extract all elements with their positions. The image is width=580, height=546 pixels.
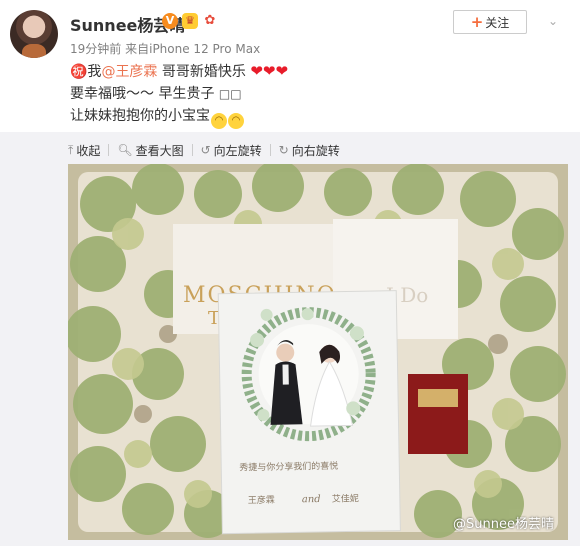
post-timestamp[interactable]: 19分钟前: [70, 42, 121, 56]
view-large-label: 查看大图: [135, 143, 184, 158]
user-avatar[interactable]: [10, 10, 58, 58]
photo-watermark: @Sunnee杨芸晴: [453, 517, 554, 532]
blessing-icon: □□: [218, 87, 242, 101]
user-badges: V ♛ ✿: [162, 13, 218, 29]
post-meta: 19分钟前 来自iPhone 12 Pro Max: [70, 40, 260, 57]
wedding-gift-illustration: MOSCHINO TO I Do: [68, 164, 568, 540]
card-name-mid: and: [302, 494, 321, 505]
collapse-icon: ⤒: [68, 142, 74, 157]
crown-icon[interactable]: ♛: [182, 13, 198, 29]
divider: [191, 144, 193, 156]
content-suffix: 哥哥新婚快乐: [157, 64, 246, 80]
content-line-3-text: 让妹妹抱抱你的小宝宝: [70, 108, 210, 124]
content-line-3: 让妹妹抱抱你的小宝宝 ◠ ◠: [70, 105, 550, 129]
follow-button[interactable]: + 关注: [453, 10, 527, 34]
media-toolbar: ⤒ 收起 🔍︎ 查看大图 ↺ 向左旋转 ↻ 向右旋转: [68, 140, 346, 160]
rotate-left-label: 向左旋转: [213, 143, 262, 158]
collapse-label: 收起: [76, 143, 101, 158]
card-name-left: 王彦霖: [248, 494, 275, 506]
media-area: ⤒ 收起 🔍︎ 查看大图 ↺ 向左旋转 ↻ 向右旋转 I Do 秀捷与你分享我们…: [0, 132, 580, 546]
chevron-down-icon[interactable]: ⌄: [545, 14, 561, 30]
gift-icon[interactable]: ✿: [202, 13, 218, 29]
grin-icon: ◠: [228, 113, 244, 129]
content-line-2-text: 要幸福哦～～ 早生贵子: [70, 86, 215, 102]
post-source: 来自iPhone 12 Pro Max: [125, 42, 261, 56]
rotate-left-button[interactable]: ↺ 向左旋转: [201, 142, 262, 159]
content-prefix: ㊗️我: [70, 64, 102, 80]
rotate-right-button[interactable]: ↻ 向右旋转: [279, 142, 340, 159]
heart-icon: ❤❤❤: [250, 62, 289, 80]
verified-icon[interactable]: V: [162, 13, 178, 29]
divider: [108, 144, 110, 156]
view-large-button[interactable]: 🔍︎ 查看大图: [117, 142, 183, 159]
grin-icon: ◠: [211, 113, 227, 129]
post-content: ㊗️我@王彦霖 哥哥新婚快乐 ❤❤❤ 要幸福哦～～ 早生贵子 □□ 让妹妹抱抱你…: [70, 60, 550, 129]
rotate-right-icon: ↻: [278, 143, 289, 157]
rotate-right-label: 向右旋转: [291, 143, 340, 158]
content-line-2: 要幸福哦～～ 早生贵子 □□: [70, 83, 550, 105]
collapse-button[interactable]: ⤒ 收起: [68, 142, 100, 159]
plus-icon: +: [470, 13, 484, 31]
divider: [269, 144, 271, 156]
weibo-post-header: Sunnee杨芸晴 V ♛ ✿ 19分钟前 来自iPhone 12 Pro Ma…: [0, 0, 580, 132]
mention-link[interactable]: @王彦霖: [101, 64, 157, 80]
follow-label: 关注: [485, 16, 510, 30]
search-icon: 🔍︎: [117, 143, 133, 157]
post-photo[interactable]: MOSCHINO TO I Do: [68, 164, 568, 540]
card-name-right: 艾佳妮: [332, 492, 359, 504]
content-line-1: ㊗️我@王彦霖 哥哥新婚快乐 ❤❤❤: [70, 60, 550, 83]
rotate-left-icon: ↺: [200, 143, 211, 157]
